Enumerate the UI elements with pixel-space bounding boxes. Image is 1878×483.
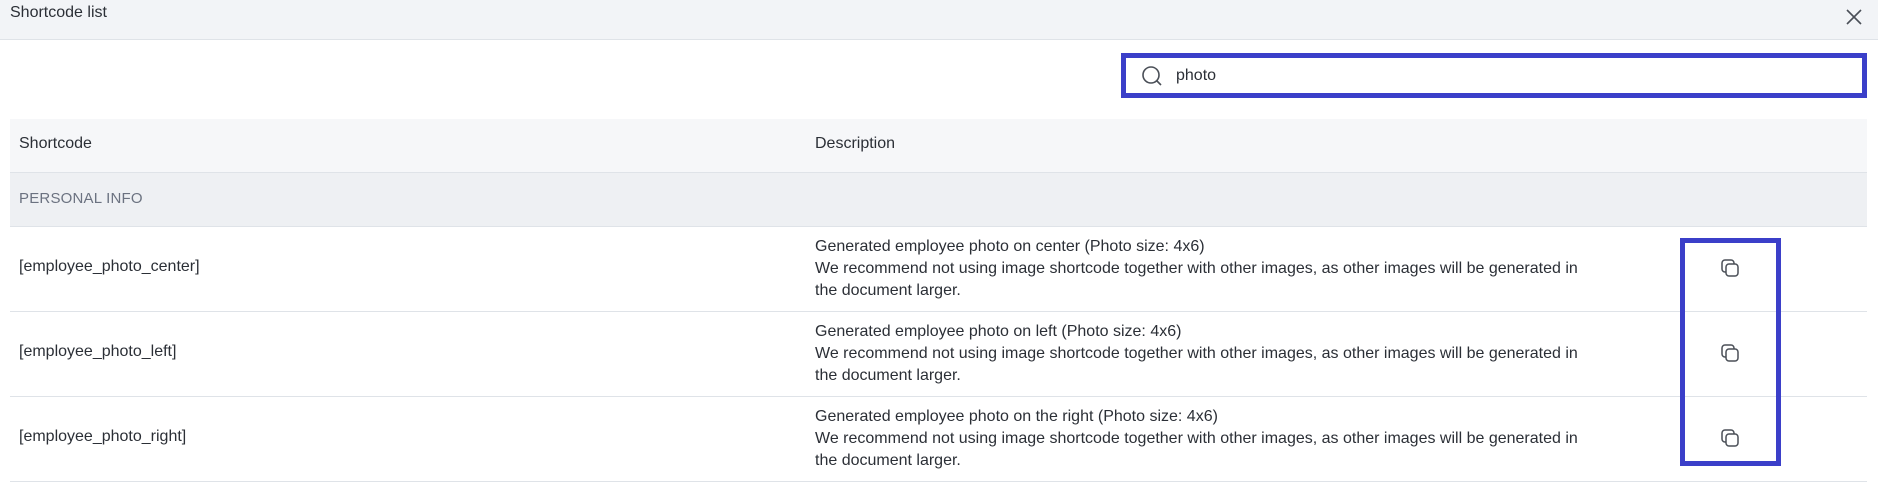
copy-icon <box>1721 259 1739 277</box>
search-field[interactable] <box>1121 53 1867 98</box>
shortcode-cell: [employee_photo_left] <box>19 343 177 360</box>
description-note: We recommend not using image shortcode t… <box>815 345 1578 384</box>
group-row: PERSONAL INFO <box>10 173 1867 227</box>
copy-icon <box>1721 429 1739 447</box>
table-row: [employee_photo_center] Generated employ… <box>10 227 1867 312</box>
shortcode-cell: [employee_photo_center] <box>19 258 200 275</box>
close-icon <box>1846 9 1862 25</box>
group-label: PERSONAL INFO <box>19 190 143 207</box>
copy-button[interactable] <box>1719 342 1741 364</box>
table-header: Shortcode Description <box>10 119 1867 173</box>
dialog-header: Shortcode list <box>0 0 1878 40</box>
table-row: [employee_photo_right] Generated employe… <box>10 397 1867 482</box>
dialog-title: Shortcode list <box>10 4 107 21</box>
copy-button[interactable] <box>1719 257 1741 279</box>
description-note: We recommend not using image shortcode t… <box>815 430 1578 469</box>
description-cell: Generated employee photo on left (Photo … <box>815 321 1595 387</box>
shortcode-cell: [employee_photo_right] <box>19 428 187 445</box>
description-cell: Generated employee photo on the right (P… <box>815 406 1595 472</box>
column-header-description: Description <box>815 135 896 152</box>
description-line: Generated employee photo on the right (P… <box>815 408 1218 425</box>
close-button[interactable] <box>1843 6 1865 28</box>
description-line: Generated employee photo on left (Photo … <box>815 323 1182 340</box>
table-row: [employee_photo_left] Generated employee… <box>10 312 1867 397</box>
column-header-shortcode: Shortcode <box>19 135 92 152</box>
description-cell: Generated employee photo on center (Phot… <box>815 236 1595 302</box>
copy-icon <box>1721 344 1739 362</box>
search-input[interactable] <box>1176 66 1826 85</box>
copy-button[interactable] <box>1719 427 1741 449</box>
description-note: We recommend not using image shortcode t… <box>815 260 1578 299</box>
search-icon <box>1142 65 1162 86</box>
description-line: Generated employee photo on center (Phot… <box>815 238 1205 255</box>
